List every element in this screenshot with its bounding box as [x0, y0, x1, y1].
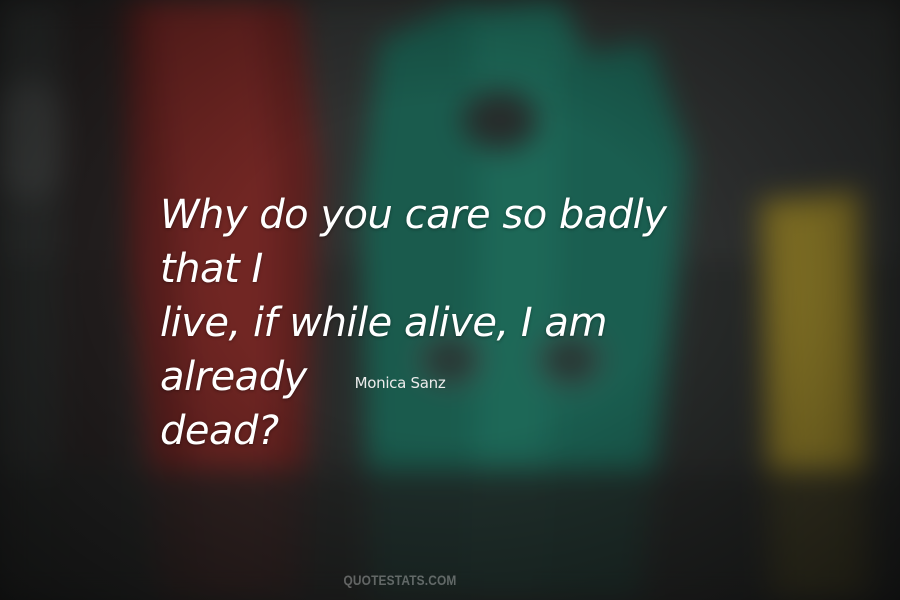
quote-text: Why do you care so badly that I live, if… [160, 192, 667, 454]
quote-author: Monica Sanz [354, 374, 446, 392]
quote-card: Why do you care so badly that I live, if… [0, 0, 900, 600]
site-watermark: QUOTESTATS.COM [343, 572, 457, 588]
